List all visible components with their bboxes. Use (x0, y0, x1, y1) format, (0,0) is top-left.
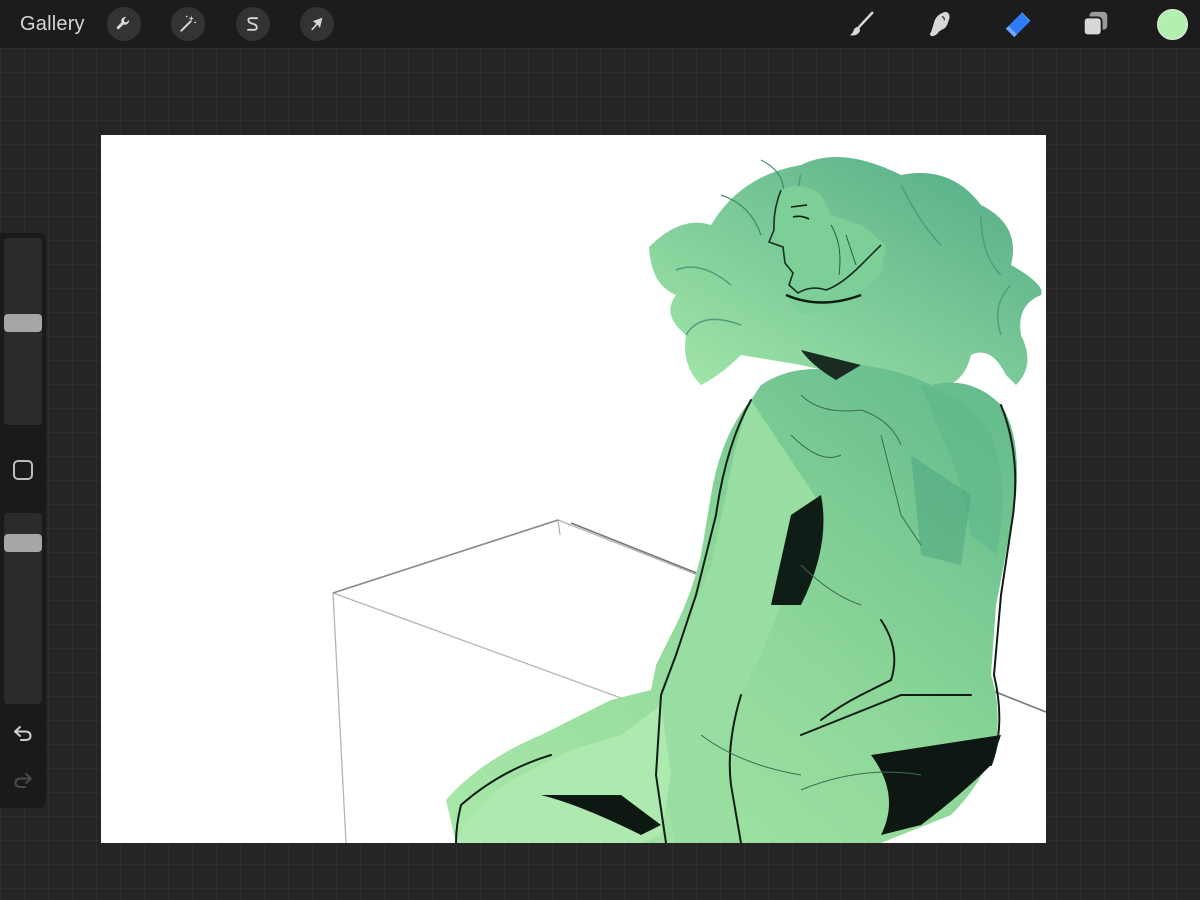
selection-button[interactable] (236, 7, 270, 41)
layers-icon (1082, 11, 1108, 37)
layers-button[interactable] (1080, 8, 1112, 40)
brush-icon (849, 11, 874, 36)
eraser-icon (1005, 12, 1031, 38)
color-picker-swatch[interactable] (1157, 9, 1188, 40)
transform-button[interactable] (300, 7, 334, 41)
smudge-finger-icon (929, 11, 950, 37)
gallery-button[interactable]: Gallery (20, 12, 85, 36)
artwork-illustration (332, 157, 1046, 843)
actions-button[interactable] (107, 7, 141, 41)
undo-arrow-icon[interactable] (11, 721, 35, 745)
modify-button[interactable] (13, 460, 33, 480)
opacity-slider[interactable] (4, 513, 42, 704)
procreate-app: Gallery (0, 0, 1200, 900)
brush-size-slider[interactable] (4, 238, 42, 425)
arrow-cursor-icon (311, 17, 323, 31)
magic-wand-icon (180, 15, 196, 32)
selection-s-icon (247, 17, 259, 31)
drawing-canvas[interactable] (101, 135, 1046, 843)
adjustments-button[interactable] (171, 7, 205, 41)
eraser-tool-button[interactable] (1002, 8, 1034, 40)
brush-tool-button[interactable] (846, 8, 878, 40)
brush-size-thumb[interactable] (4, 314, 42, 333)
top-toolbar: Gallery (0, 0, 1200, 48)
smudge-tool-button[interactable] (924, 8, 956, 40)
opacity-thumb[interactable] (4, 533, 42, 552)
left-sidebar (0, 233, 46, 808)
wrench-icon (116, 16, 130, 30)
redo-arrow-icon[interactable] (11, 768, 35, 792)
